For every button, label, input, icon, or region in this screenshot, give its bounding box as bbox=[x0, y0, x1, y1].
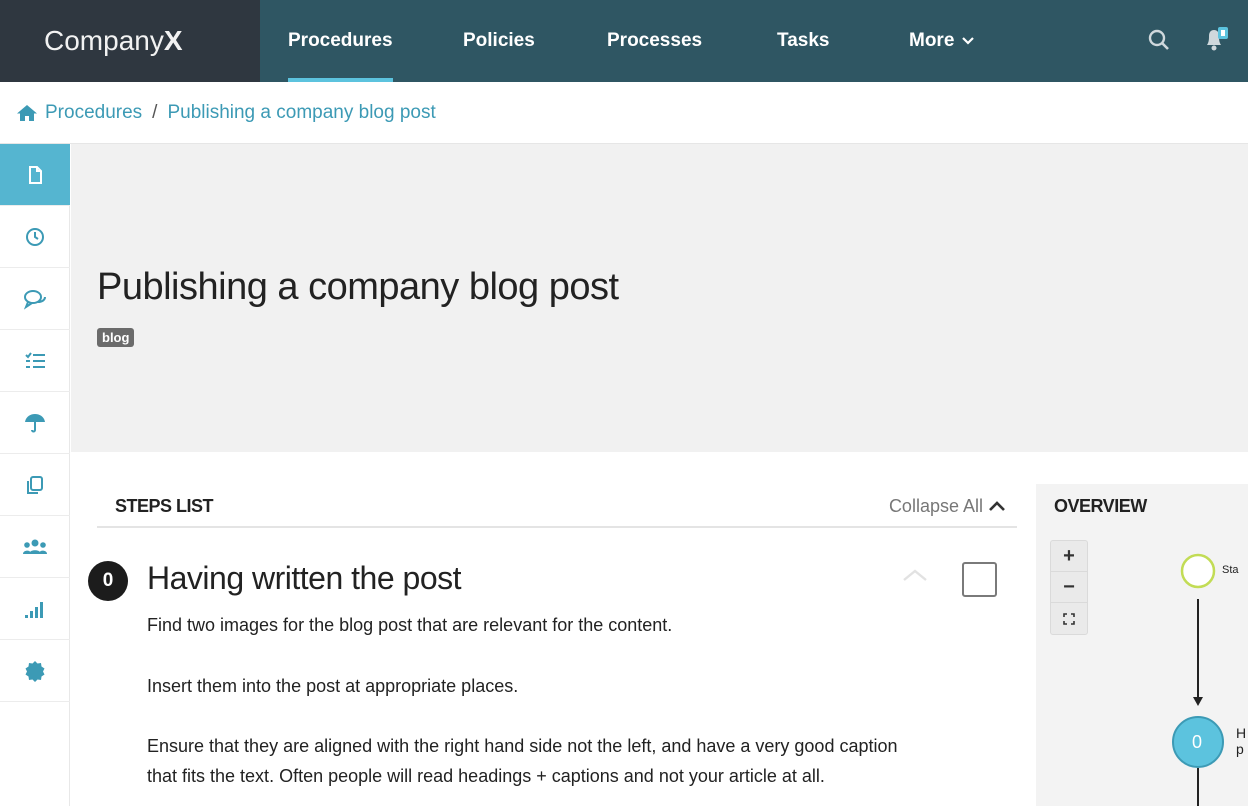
sidebar-item-badge[interactable] bbox=[0, 640, 70, 702]
clock-icon bbox=[26, 227, 44, 246]
top-navigation-bar: Company X Procedures Policies Processes T… bbox=[0, 0, 1248, 82]
bell-notification-icon[interactable] bbox=[1200, 24, 1232, 56]
umbrella-icon bbox=[25, 413, 45, 432]
step-complete-checkbox[interactable] bbox=[962, 562, 997, 597]
breadcrumb-separator: / bbox=[152, 101, 158, 123]
brand-name-part1: Company bbox=[44, 25, 164, 56]
sidebar-item-copy[interactable] bbox=[0, 454, 70, 516]
start-node-label: Sta bbox=[1222, 564, 1239, 576]
sidebar-item-comments[interactable] bbox=[0, 268, 70, 330]
brand-name-part2: X bbox=[163, 25, 183, 56]
breadcrumb-procedures-link[interactable]: Procedures bbox=[45, 102, 142, 124]
sidebar-item-history[interactable] bbox=[0, 206, 70, 268]
checklist-icon bbox=[25, 351, 45, 368]
brand-logo[interactable]: Company X bbox=[0, 0, 260, 82]
nav-procedures-label: Procedures bbox=[288, 30, 393, 51]
step-number-badge: 0 bbox=[88, 561, 128, 601]
home-icon[interactable] bbox=[16, 104, 38, 122]
sidebar-item-checklist[interactable] bbox=[0, 330, 70, 392]
step-text-line: Ensure that they are aligned with the ri… bbox=[147, 736, 898, 756]
comments-icon bbox=[23, 289, 46, 310]
start-node bbox=[1180, 553, 1216, 589]
nav-procedures[interactable]: Procedures bbox=[288, 0, 393, 82]
nav-processes[interactable]: Processes bbox=[607, 0, 702, 82]
badge-icon bbox=[25, 660, 45, 682]
nav-more-label: More bbox=[909, 30, 955, 51]
breadcrumb-current-page[interactable]: Publishing a company blog post bbox=[167, 102, 435, 124]
chevron-up-icon[interactable] bbox=[902, 568, 928, 587]
step-text-line: Find two images for the blog post that a… bbox=[147, 615, 673, 635]
steps-list-header: STEPS LIST Collapse All bbox=[97, 484, 1017, 528]
document-icon bbox=[29, 165, 42, 184]
nav-policies-label: Policies bbox=[463, 30, 535, 51]
nav-policies[interactable]: Policies bbox=[463, 0, 535, 82]
page-title: Publishing a company blog post bbox=[97, 266, 619, 308]
signal-bars-icon bbox=[25, 601, 43, 618]
chevron-down-icon bbox=[962, 34, 975, 48]
tag-badge[interactable]: blog bbox=[97, 328, 135, 347]
step-text-line: Insert them into the post at appropriate… bbox=[147, 676, 519, 696]
search-icon[interactable] bbox=[1143, 24, 1175, 56]
steps-list-title: STEPS LIST bbox=[115, 496, 214, 516]
step-node-label: H bbox=[1236, 725, 1247, 741]
step-text-line: that fits the text. Often people will re… bbox=[147, 766, 825, 786]
copy-icon bbox=[27, 475, 43, 494]
users-icon bbox=[23, 539, 47, 554]
sidebar-item-umbrella[interactable] bbox=[0, 392, 70, 454]
nav-processes-label: Processes bbox=[607, 30, 703, 51]
chevron-up-icon bbox=[989, 501, 1005, 511]
nav-tasks-label: Tasks bbox=[777, 30, 830, 51]
process-diagram[interactable] bbox=[1036, 484, 1248, 806]
sidebar-item-stats[interactable] bbox=[0, 578, 70, 640]
nav-more-dropdown[interactable]: More bbox=[909, 0, 975, 82]
step-node-label: p bbox=[1236, 741, 1244, 757]
page-header: Publishing a company blog post blog bbox=[71, 144, 1248, 452]
nav-tasks[interactable]: Tasks bbox=[777, 0, 829, 82]
sidebar bbox=[0, 144, 70, 806]
breadcrumb: Procedures / Publishing a company blog p… bbox=[0, 82, 1248, 144]
overview-panel: OVERVIEW + − Sta 0 H p bbox=[1036, 484, 1248, 806]
sidebar-item-users[interactable] bbox=[0, 516, 70, 578]
arrow-head-icon bbox=[1193, 697, 1203, 706]
step-node-number: 0 bbox=[1192, 732, 1203, 752]
step-title: Having written the post bbox=[147, 560, 462, 596]
collapse-all-label: Collapse All bbox=[888, 496, 983, 516]
sidebar-item-document[interactable] bbox=[0, 144, 70, 206]
collapse-all-button[interactable]: Collapse All bbox=[889, 496, 1005, 517]
